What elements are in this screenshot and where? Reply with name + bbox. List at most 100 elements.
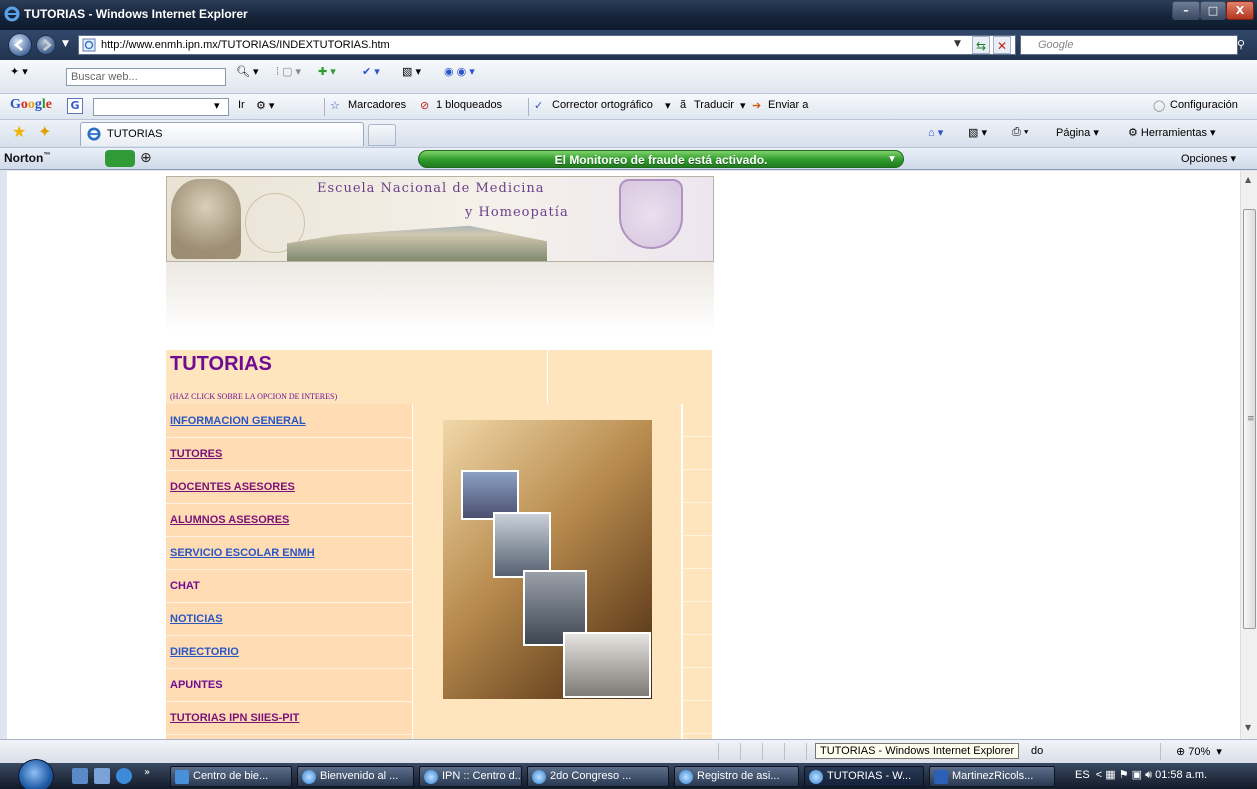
menu-link[interactable]: NOTICIAS [170, 613, 223, 625]
vertical-scrollbar[interactable]: ▲ ≡ ▼ [1240, 171, 1257, 739]
page-menu-button[interactable]: Página ▾ [1056, 126, 1099, 139]
add-favorite-icon[interactable]: ✦ [38, 122, 51, 141]
table-header: TUTORIAS (HAZ CLICK SOBRE LA OPCION DE I… [166, 350, 548, 404]
ie-icon [532, 770, 546, 784]
spellcheck-dropdown[interactable]: ▾ [665, 99, 671, 112]
ask-icon[interactable]: ✦ ▾ [10, 65, 28, 78]
forward-button[interactable] [36, 35, 56, 55]
window-icon [175, 770, 189, 784]
google-g-icon[interactable]: G [67, 98, 83, 114]
ie-icon [809, 770, 823, 784]
show-desktop-icon[interactable] [72, 768, 88, 784]
popups-blocked-button[interactable]: 1 bloqueados [436, 99, 502, 111]
taskbar-button[interactable]: MartinezRicols... [929, 766, 1055, 787]
taskbar-button[interactable]: Registro de asi... [674, 766, 799, 787]
language-indicator[interactable]: ES [1075, 769, 1090, 781]
add-icon[interactable]: ✚ ▾ [318, 65, 336, 78]
url-text[interactable]: http://www.enmh.ipn.mx/TUTORIAS/INDEXTUT… [101, 39, 390, 51]
toolbar-search-icon[interactable]: 🔍︎ ▾ [236, 65, 259, 78]
norton-safe-icon[interactable] [105, 150, 135, 167]
menu-link[interactable]: DIRECTORIO [170, 646, 239, 658]
translate-icon: ã [680, 99, 687, 111]
stop-button[interactable]: ✕ [993, 36, 1011, 54]
menu-link[interactable]: INFORMACION GENERAL [170, 415, 306, 427]
taskbar-button[interactable]: Centro de bie... [170, 766, 292, 787]
translate-dropdown[interactable]: ▾ [740, 99, 746, 112]
menu-item: SERVICIO ESCOLAR ENMH [166, 538, 412, 570]
new-tab-button[interactable] [368, 124, 396, 146]
menu-link[interactable]: TUTORES [170, 448, 222, 460]
zoom-level[interactable]: ⊕ 70% ▾ [1176, 745, 1222, 758]
status-divider [1160, 743, 1161, 760]
search-icon[interactable]: ⚲ [1237, 38, 1245, 51]
fraud-monitor-banner[interactable]: El Monitoreo de fraude está activado. ▼ [418, 150, 904, 168]
scroll-up-icon[interactable]: ▲ [1245, 175, 1251, 184]
norton-brand: Norton [4, 151, 44, 165]
google-search-input[interactable] [93, 98, 229, 116]
collage-photo [493, 512, 551, 578]
settings-button[interactable]: Configuración [1170, 99, 1238, 111]
taskbar-button[interactable]: 2do Congreso ... [527, 766, 669, 787]
taskbar-button-label: 2do Congreso ... [550, 770, 632, 782]
check-icon[interactable]: ✔ ▾ [362, 65, 380, 78]
maximize-button[interactable]: □ [1200, 1, 1226, 20]
taskbar-button-label: MartinezRicols... [952, 770, 1034, 782]
toolbar-misc-icon[interactable]: ⚙ ▾ [256, 99, 274, 112]
favorites-star-icon[interactable]: ★ [12, 122, 26, 141]
school-banner: Escuela Nacional de Medicina y Homeopatí… [166, 176, 714, 262]
spellcheck-button[interactable]: Corrector ortográfico [552, 99, 653, 111]
refresh-button[interactable]: ⇆ [972, 36, 990, 54]
scroll-down-icon[interactable]: ▼ [1245, 723, 1251, 732]
chevron-down-icon: ▼ [887, 154, 897, 165]
menu-link[interactable]: ALUMNOS ASESORES [170, 514, 289, 526]
zoom-value: 70% [1188, 746, 1211, 758]
send-to-button[interactable]: Enviar a [768, 99, 808, 111]
feeds-icon[interactable]: ▧ ▾ [968, 126, 987, 139]
recent-pages-dropdown[interactable]: ▼ [62, 39, 69, 49]
rss-icon[interactable]: ▧ ▾ [402, 65, 421, 78]
taskbar-button-label: TUTORIAS - W... [827, 770, 912, 782]
minimize-button[interactable]: – [1172, 1, 1200, 20]
address-bar[interactable]: http://www.enmh.ipn.mx/TUTORIAS/INDEXTUT… [78, 35, 1016, 55]
menu-item: CHAT [166, 571, 412, 603]
taskbar-button[interactable]: Bienvenido al ... [297, 766, 414, 787]
address-dropdown[interactable]: ▼ [954, 39, 961, 49]
menu-item: NOTICIAS [166, 604, 412, 636]
print-icon[interactable]: ⎙ ▾ [1012, 126, 1028, 139]
menu-item: TUTORIAS IPN SIIES-PIT [166, 703, 412, 735]
menu-item: APUNTES [166, 670, 412, 702]
tab-tutorias[interactable]: TUTORIAS [80, 122, 364, 146]
tools-menu-button[interactable]: ⚙ Herramientas ▾ [1128, 126, 1216, 139]
menu-link[interactable]: SERVICIO ESCOLAR ENMH [170, 547, 315, 559]
status-text: do [1031, 745, 1044, 757]
info-icon[interactable]: ◉ ◉ ▾ [444, 65, 475, 78]
back-button[interactable] [8, 33, 32, 57]
norton-options-button[interactable]: Opciones ▾ [1181, 152, 1236, 165]
home-icon[interactable]: ⌂ ▾ [928, 126, 943, 139]
menu-link[interactable]: TUTORIAS IPN SIIES-PIT [170, 712, 299, 724]
norton-logo: Norton™ [4, 151, 51, 165]
toolbar-more-icon[interactable]: ⁞ ▢ ▾ [276, 65, 301, 78]
switch-windows-icon[interactable] [94, 768, 110, 784]
scroll-grip-icon: ≡ [1247, 414, 1255, 424]
translate-button[interactable]: Traducir [694, 99, 734, 111]
ie-quicklaunch-icon[interactable] [116, 768, 132, 784]
quicklaunch-more-icon[interactable]: » [144, 767, 150, 778]
fraud-monitor-text: El Monitoreo de fraude está activado. [554, 153, 768, 167]
bookmarks-button[interactable]: Marcadores [348, 99, 406, 111]
clock[interactable]: 01:58 a.m. [1155, 769, 1207, 781]
ir-button[interactable]: Ir [238, 99, 245, 111]
google-dropdown[interactable]: ▾ [214, 99, 220, 112]
taskbar-button[interactable]: TUTORIAS - W... [804, 766, 924, 787]
right-column [682, 404, 712, 740]
page-menu-label: Página [1056, 127, 1091, 139]
menu-link[interactable]: DOCENTES ASESORES [170, 481, 295, 493]
page-title: TUTORIAS [170, 353, 272, 375]
taskbar-button[interactable]: IPN :: Centro d... [419, 766, 522, 787]
globe-icon[interactable]: ⊕ [140, 150, 152, 166]
taskbar-button-label: Centro de bie... [193, 770, 269, 782]
start-button[interactable] [18, 759, 54, 789]
search-box[interactable]: Google [1020, 35, 1238, 55]
close-button[interactable]: X [1226, 1, 1254, 20]
toolbar-search-input[interactable]: Buscar web... [66, 68, 226, 86]
